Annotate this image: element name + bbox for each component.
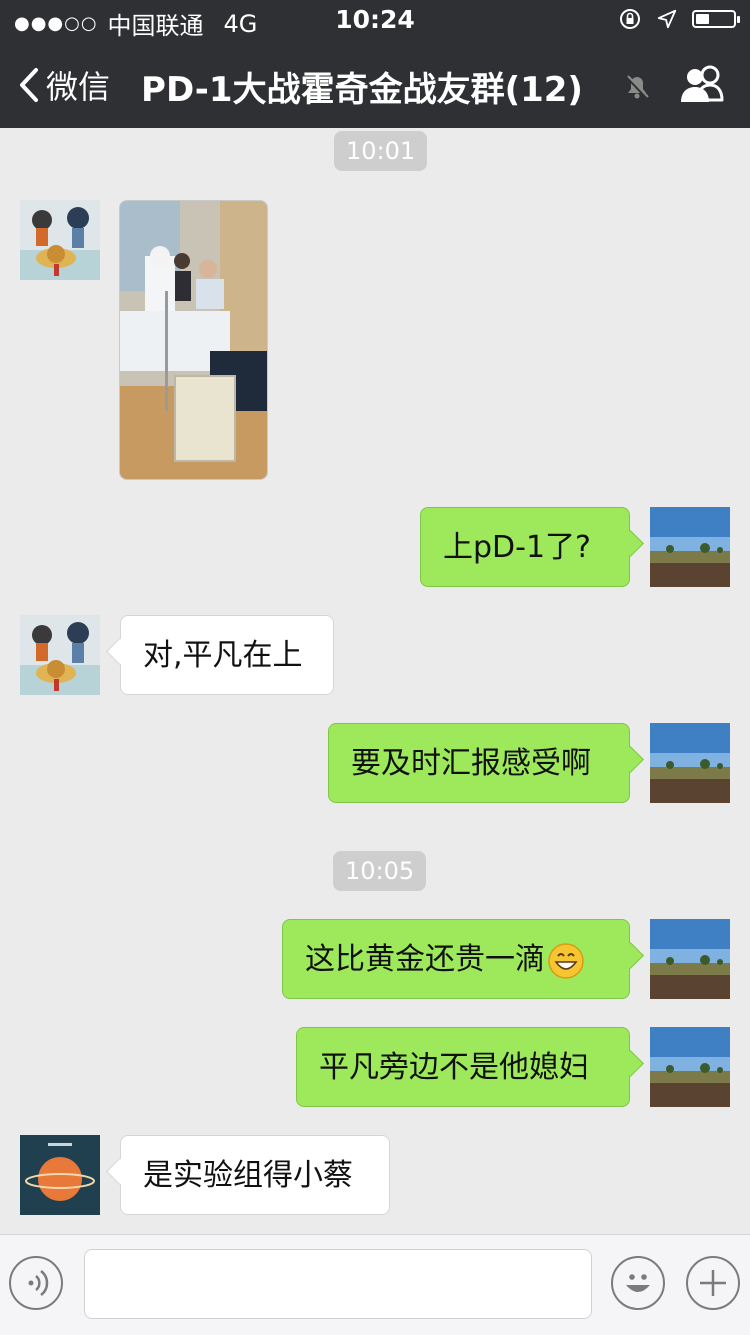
message-text: 这比黄金还贵一滴 xyxy=(305,942,545,977)
landscape-avatar xyxy=(650,723,730,803)
message-text: 要及时汇报感受啊 xyxy=(351,746,591,781)
battery-level xyxy=(696,14,709,24)
orange-planet-avatar xyxy=(20,1135,100,1215)
group-members-icon[interactable] xyxy=(678,64,726,104)
voice-button[interactable] xyxy=(9,1256,63,1310)
hospital-room-photo xyxy=(120,201,267,479)
location-arrow-icon xyxy=(657,9,677,29)
battery-icon xyxy=(692,10,740,28)
avatar-self[interactable] xyxy=(650,1027,730,1107)
outgoing-message-bubble[interactable]: 平凡旁边不是他媳妇 xyxy=(296,1027,630,1107)
outgoing-message-bubble[interactable]: 这比黄金还贵一滴 xyxy=(282,919,630,999)
avatar-self[interactable] xyxy=(650,919,730,999)
outgoing-message-bubble[interactable]: 要及时汇报感受啊 xyxy=(328,723,630,803)
emoji-icon xyxy=(626,1274,650,1292)
message-text: 是实验组得小蔡 xyxy=(143,1158,353,1193)
message-text: 上pD-1了? xyxy=(443,530,591,565)
input-bar xyxy=(0,1234,750,1335)
outgoing-message-bubble[interactable]: 上pD-1了? xyxy=(420,507,630,587)
orientation-lock-icon xyxy=(620,9,640,29)
avatar-planet[interactable] xyxy=(20,1135,100,1215)
image-message[interactable] xyxy=(119,200,268,480)
time-label: 10:05 xyxy=(333,851,427,891)
status-bar: ●●●○○ 中国联通 4G 10:24 xyxy=(0,0,750,40)
avatar-self[interactable] xyxy=(650,723,730,803)
grinning-face-emoji-icon xyxy=(548,942,584,979)
avatar-cartoon[interactable] xyxy=(20,200,100,280)
status-right xyxy=(618,7,740,31)
landscape-avatar xyxy=(650,507,730,587)
cartoon-kids-avatar xyxy=(20,615,100,695)
chat-area[interactable]: 10:01 上pD-1了? 对,平凡在上 要及时汇报感受啊 10:05 这比黄金… xyxy=(0,128,750,1234)
emoji-button[interactable] xyxy=(611,1256,665,1310)
nav-bar: 微信 PD-1大战霍奇金战友群(12) xyxy=(0,40,750,128)
landscape-avatar xyxy=(650,1027,730,1107)
mute-bell-icon xyxy=(625,75,649,100)
message-input[interactable] xyxy=(84,1249,592,1319)
avatar-cartoon[interactable] xyxy=(20,615,100,695)
time-label: 10:01 xyxy=(334,131,428,171)
landscape-avatar xyxy=(650,919,730,999)
incoming-message-bubble[interactable]: 是实验组得小蔡 xyxy=(120,1135,390,1215)
incoming-message-bubble[interactable]: 对,平凡在上 xyxy=(120,615,334,695)
avatar-self[interactable] xyxy=(650,507,730,587)
plus-button[interactable] xyxy=(686,1256,740,1310)
voice-icon xyxy=(28,1270,49,1296)
message-text: 平凡旁边不是他媳妇 xyxy=(319,1050,589,1085)
message-text: 对,平凡在上 xyxy=(143,638,303,673)
plus-icon xyxy=(700,1270,726,1296)
cartoon-kids-avatar xyxy=(20,200,100,280)
